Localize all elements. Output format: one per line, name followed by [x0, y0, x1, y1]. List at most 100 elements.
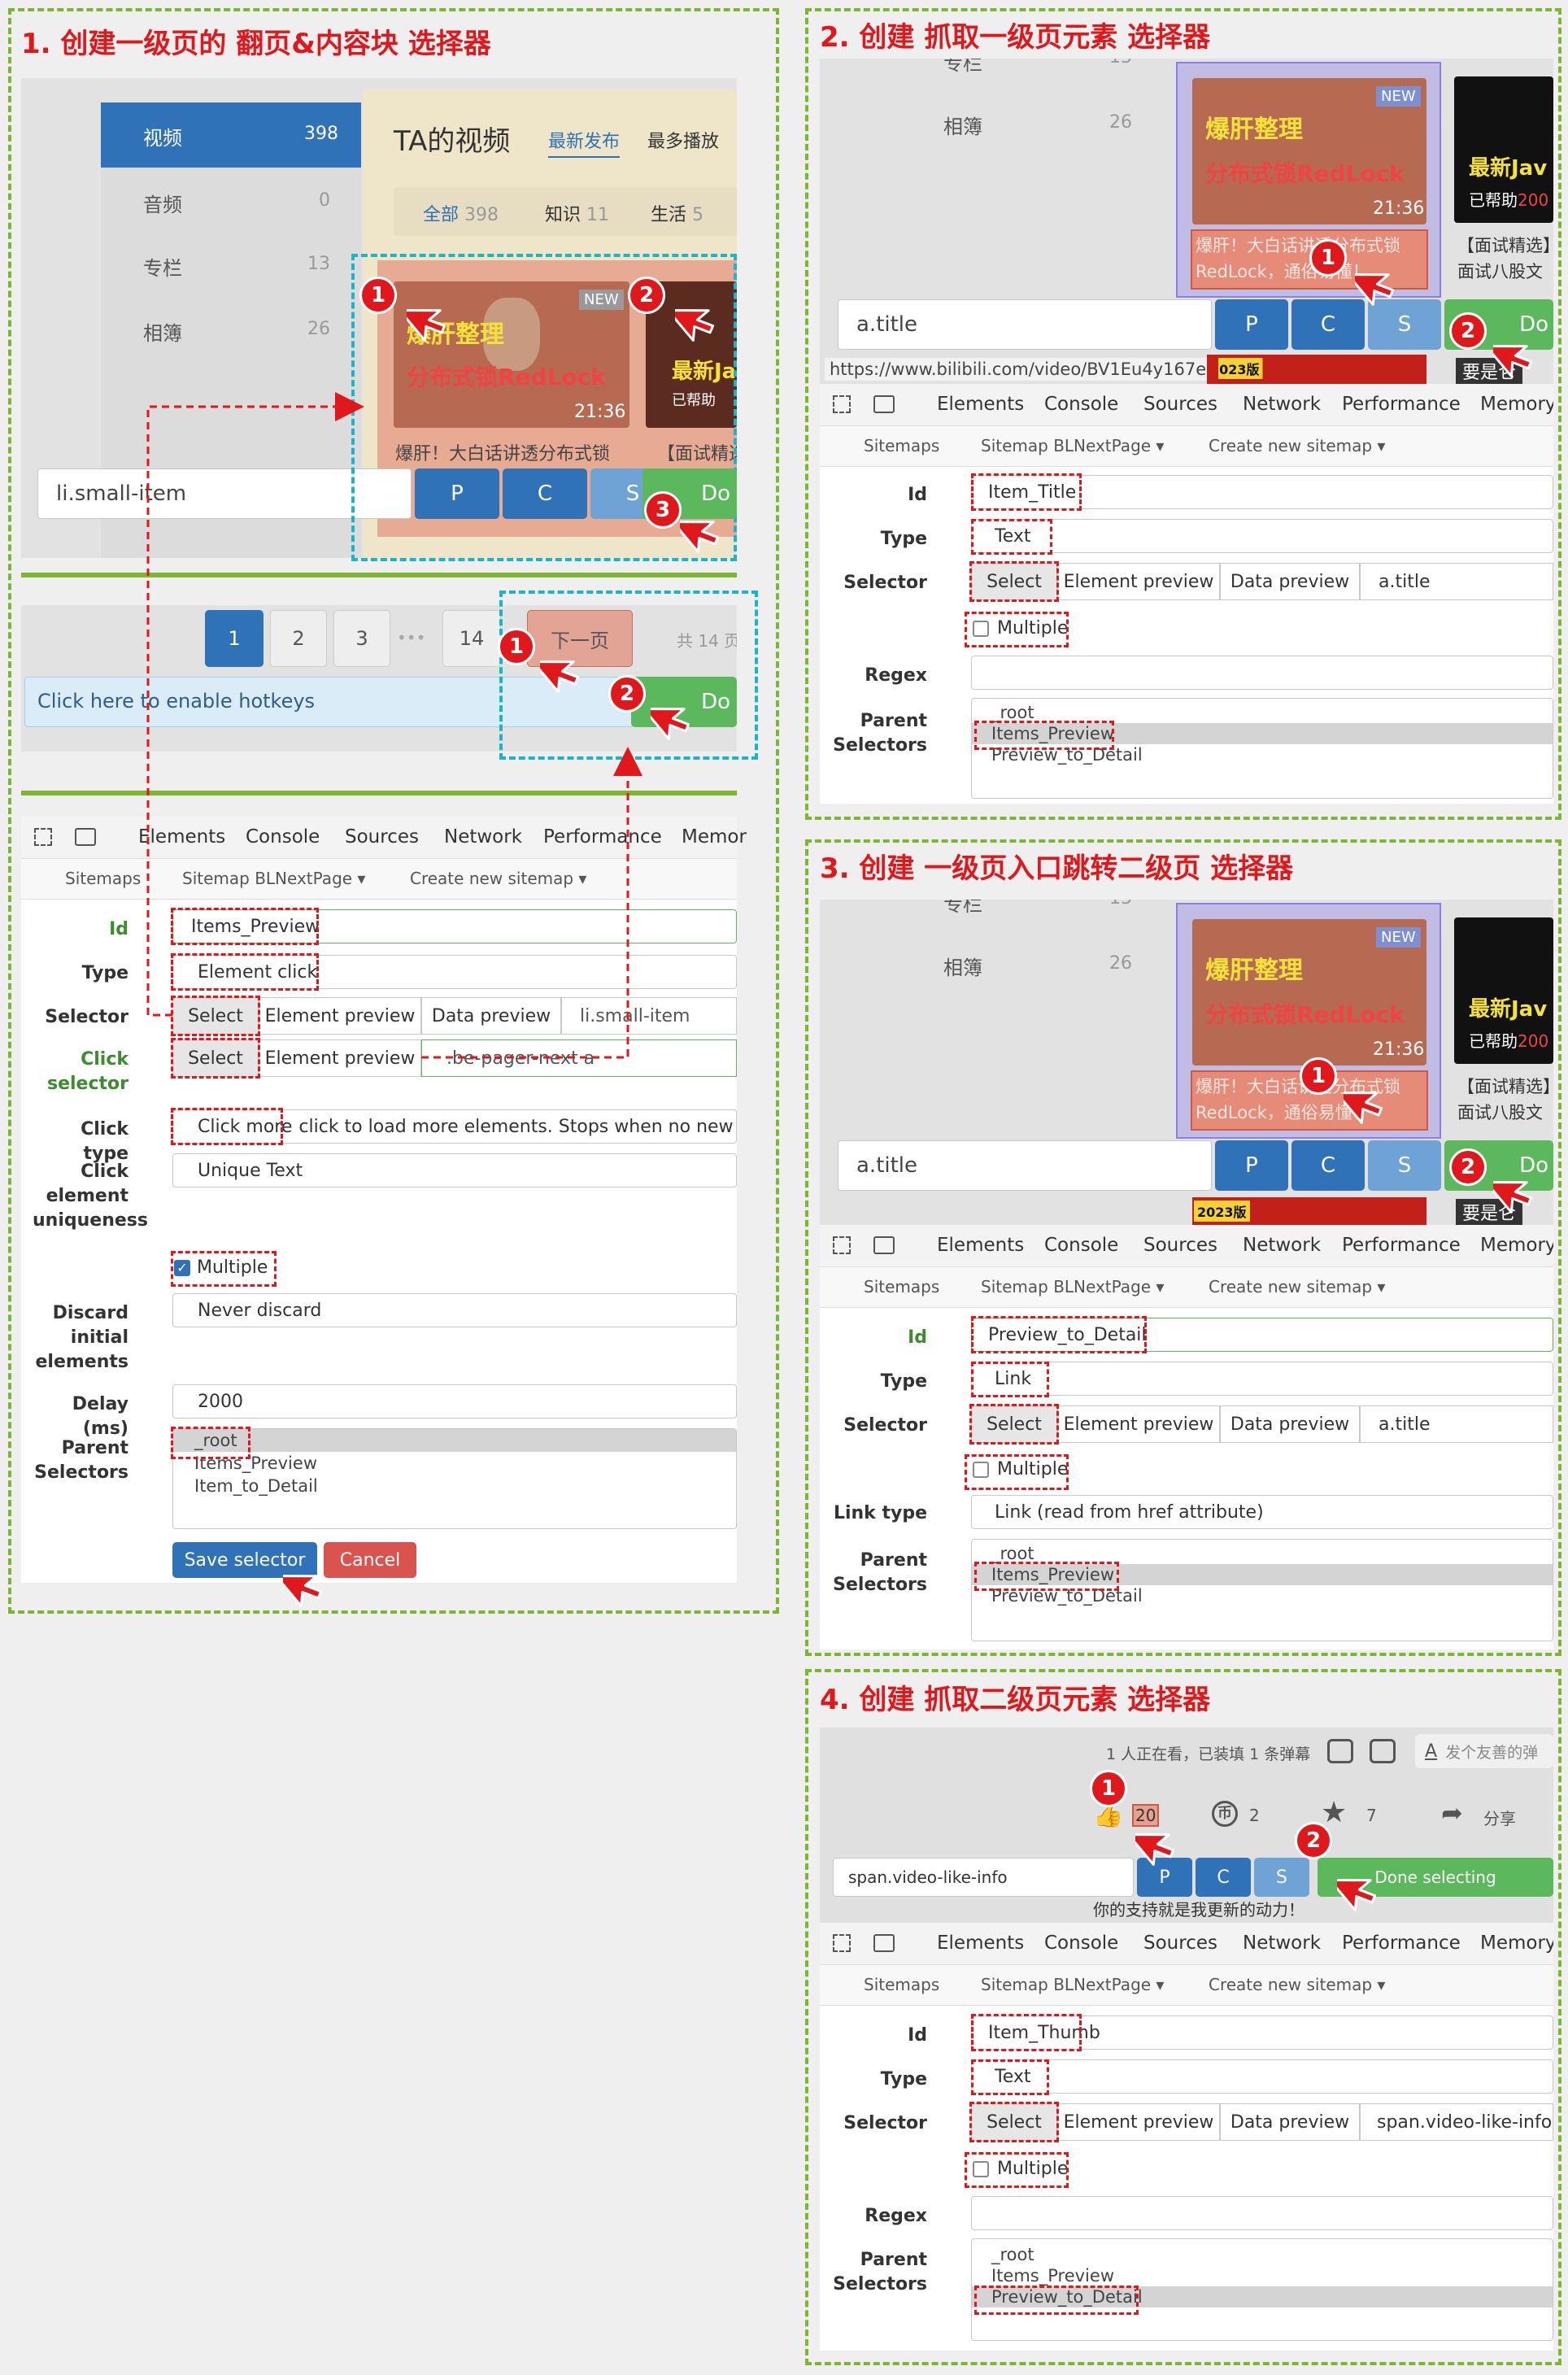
delay-field[interactable]: 2000	[172, 1384, 737, 1418]
devtools-tab-performance[interactable]: Performance	[543, 826, 662, 848]
nav-current-sitemap[interactable]: Sitemap BLNextPage	[182, 869, 365, 888]
p4-nav-current-sitemap[interactable]: Sitemap BLNextPage	[981, 1975, 1164, 1994]
tab-latest[interactable]: 最新发布	[548, 127, 621, 158]
cancel-button[interactable]: Cancel	[324, 1542, 416, 1578]
p4-tab-memory[interactable]: Memory	[1480, 1933, 1553, 1954]
page-2[interactable]: 2	[270, 610, 327, 667]
p2-type-field[interactable]: Text	[971, 519, 1553, 553]
p4-type-field[interactable]: Text	[971, 2059, 1553, 2094]
p3-video-thumbnail-2[interactable]: 最新Jav 已帮助200	[1454, 917, 1553, 1064]
p4-select-button[interactable]: S	[1254, 1858, 1309, 1897]
p3-nav-current-sitemap[interactable]: Sitemap BLNextPage	[981, 1277, 1164, 1296]
p4-selector-input[interactable]: span.video-like-info	[833, 1858, 1134, 1897]
devtools-tab-console[interactable]: Console	[246, 826, 320, 848]
devtools-tab-network[interactable]: Network	[444, 826, 522, 848]
p2-data-preview-button[interactable]: Data preview	[1220, 563, 1360, 600]
p3-video-thumbnail[interactable]: 爆肝整理 分布式锁RedLock NEW 21:36	[1192, 919, 1426, 1065]
p2-sidebar-album[interactable]: 相簿	[943, 111, 982, 139]
p4-tab-network[interactable]: Network	[1243, 1933, 1321, 1954]
p4-data-preview-button[interactable]: Data preview	[1220, 2103, 1360, 2141]
danmaku-toggle-icon[interactable]	[1370, 1739, 1396, 1763]
p2-video-title-2[interactable]: 【面试精选】 面试八股文	[1457, 233, 1560, 285]
p4-inspect-icon[interactable]	[833, 1934, 851, 1952]
p4-parent-root[interactable]: _root	[972, 2244, 1553, 2265]
parent-option-item-to-detail[interactable]: Item_to_Detail	[173, 1475, 736, 1497]
devtools-tab-memory[interactable]: Memor	[682, 826, 747, 848]
filter-knowledge[interactable]: 知识 11	[545, 200, 609, 226]
p2-tab-console[interactable]: Console	[1044, 394, 1118, 415]
element-preview-button[interactable]: Element preview	[259, 997, 421, 1035]
click-element-preview-button[interactable]: Element preview	[259, 1039, 421, 1077]
p2-device-toggle-icon[interactable]	[873, 395, 895, 413]
p4-regex-field[interactable]	[971, 2196, 1553, 2230]
p4-device-toggle-icon[interactable]	[873, 1934, 895, 1952]
parents-list[interactable]: _root Items_Preview Item_to_Detail	[172, 1428, 737, 1529]
p3-tab-performance[interactable]: Performance	[1342, 1235, 1461, 1256]
p2-tab-elements[interactable]: Elements	[937, 394, 1024, 415]
p3-select-button[interactable]: S	[1368, 1140, 1441, 1191]
hotkeys-text[interactable]: Click here to enable hotkeys	[37, 690, 315, 712]
p2-regex-field[interactable]	[971, 656, 1553, 690]
p3-tab-elements[interactable]: Elements	[937, 1235, 1024, 1256]
p3-tab-network[interactable]: Network	[1243, 1235, 1321, 1256]
share-icon[interactable]: ➦	[1441, 1798, 1463, 1828]
uniqueness-field[interactable]: Unique Text	[172, 1153, 737, 1188]
sidebar-item-column[interactable]: 专栏	[143, 252, 182, 281]
nav-sitemaps[interactable]: Sitemaps	[65, 869, 141, 888]
discard-field[interactable]: Never discard	[172, 1293, 737, 1327]
p3-element-preview-button[interactable]: Element preview	[1057, 1405, 1220, 1443]
device-toggle-icon[interactable]	[75, 828, 96, 846]
p3-tab-console[interactable]: Console	[1044, 1235, 1118, 1256]
filter-life[interactable]: 生活 5	[651, 200, 703, 226]
tab-most-played[interactable]: 最多播放	[647, 127, 719, 153]
p2-nav-current-sitemap[interactable]: Sitemap BLNextPage	[981, 436, 1164, 455]
p4-tab-console[interactable]: Console	[1044, 1933, 1118, 1954]
p4-selector-value[interactable]: span.video-like-info	[1360, 2103, 1553, 2141]
page-1[interactable]: 1	[205, 610, 264, 667]
p4-parent-items-preview[interactable]: Items_Preview	[972, 2265, 1553, 2286]
p2-selector-value[interactable]: a.title	[1360, 563, 1553, 600]
p4-tab-sources[interactable]: Sources	[1143, 1933, 1217, 1954]
p2-clear-button[interactable]: C	[1291, 299, 1365, 350]
p3-preview-button[interactable]: P	[1215, 1140, 1288, 1191]
p3-clear-button[interactable]: C	[1291, 1140, 1365, 1191]
data-preview-button[interactable]: Data preview	[421, 997, 561, 1035]
sidebar-item-audio[interactable]: 音频	[143, 189, 182, 217]
p3-video-title-2[interactable]: 【面试精选】 面试八股文	[1457, 1074, 1560, 1126]
devtools-tab-sources[interactable]: Sources	[345, 826, 419, 848]
p3-inspect-icon[interactable]	[833, 1236, 851, 1254]
p3-selector-value[interactable]: a.title	[1360, 1405, 1553, 1443]
p3-nav-sitemaps[interactable]: Sitemaps	[864, 1277, 939, 1296]
coin-icon[interactable]: 币	[1212, 1801, 1238, 1827]
p4-tab-performance[interactable]: Performance	[1342, 1933, 1461, 1954]
filter-all[interactable]: 全部 398	[423, 200, 499, 226]
parent-option-items-preview[interactable]: Items_Preview	[173, 1452, 736, 1475]
p2-inspect-icon[interactable]	[833, 395, 851, 413]
p4-element-preview-button[interactable]: Element preview	[1057, 2103, 1220, 2141]
p2-selector-input[interactable]: a.title	[838, 299, 1212, 350]
page-3[interactable]: 3	[333, 610, 390, 667]
p2-tab-performance[interactable]: Performance	[1342, 394, 1461, 415]
p4-clear-button[interactable]: C	[1196, 1858, 1251, 1897]
danmaku-settings-icon[interactable]	[1327, 1739, 1353, 1763]
p2-tab-memory[interactable]: Memory	[1480, 394, 1553, 415]
p2-nav-sitemaps[interactable]: Sitemaps	[864, 436, 939, 455]
share-label[interactable]: 分享	[1483, 1806, 1516, 1829]
p2-preview-button[interactable]: P	[1215, 299, 1288, 350]
p3-device-toggle-icon[interactable]	[873, 1236, 895, 1254]
p3-data-preview-button[interactable]: Data preview	[1220, 1405, 1360, 1443]
sidebar-item-album[interactable]: 相簿	[143, 317, 182, 346]
nav-create-sitemap[interactable]: Create new sitemap	[410, 869, 586, 888]
p3-type-field[interactable]: Link	[971, 1362, 1553, 1396]
p2-tab-sources[interactable]: Sources	[1143, 394, 1217, 415]
p3-sidebar-album[interactable]: 相簿	[943, 952, 982, 980]
p4-tab-elements[interactable]: Elements	[937, 1933, 1024, 1954]
p2-video-thumbnail-2[interactable]: 最新Jav 已帮助200	[1454, 76, 1553, 223]
p4-nav-sitemaps[interactable]: Sitemaps	[864, 1975, 939, 1994]
devtools-tab-elements[interactable]: Elements	[138, 826, 225, 848]
sidebar-item-video[interactable]: 视频	[143, 122, 182, 150]
p2-nav-create-sitemap[interactable]: Create new sitemap	[1209, 436, 1385, 455]
p2-tab-network[interactable]: Network	[1243, 394, 1321, 415]
p2-select-button[interactable]: S	[1368, 299, 1441, 350]
inspect-icon[interactable]	[34, 828, 52, 846]
